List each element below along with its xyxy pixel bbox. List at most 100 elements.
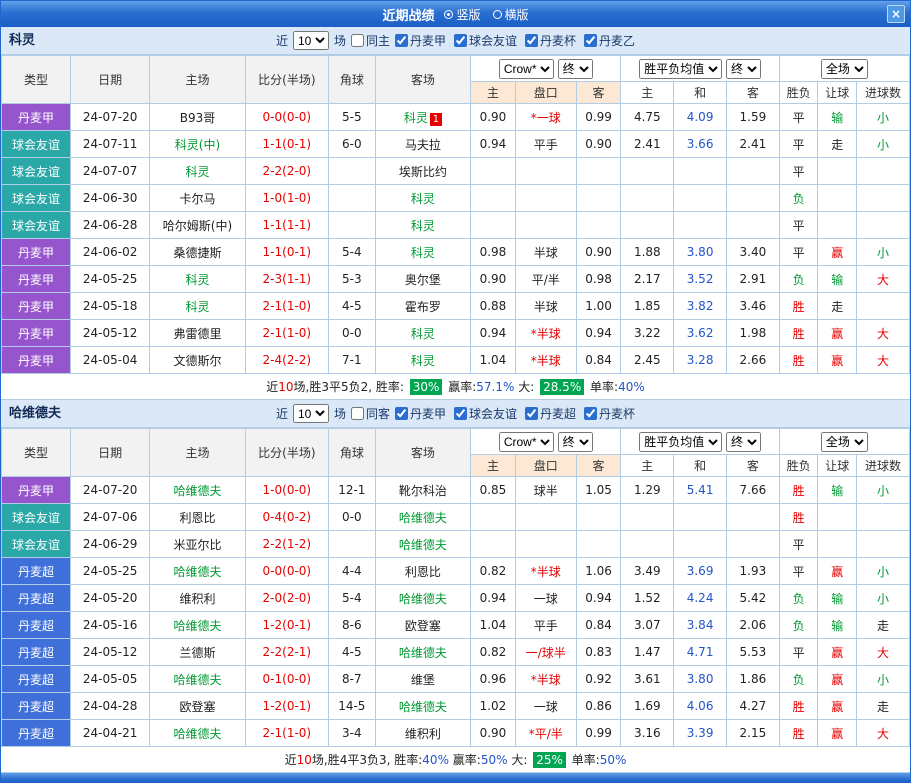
avg-metric-select[interactable]: 胜平负均值	[639, 59, 722, 79]
league-checkbox[interactable]	[454, 407, 467, 420]
window-title: 近期战绩	[382, 5, 434, 24]
odds-provider-select[interactable]: Crow*	[499, 432, 554, 452]
match-row: 丹麦甲 24-05-12 弗雷德里 2-1(1-0) 0-0 科灵 0.94 *…	[2, 320, 910, 347]
league-checkbox[interactable]	[584, 407, 597, 420]
handicap-cell: 半球	[515, 293, 576, 320]
matches-table: 类型 日期 主场 比分(半场) 角球 客场 Crow* 终 胜平负均值 终 全场	[1, 55, 910, 374]
col-avg-home: 主	[621, 455, 674, 477]
home-team-cell: 米亚尔比	[150, 531, 245, 558]
horizontal-layout-radio[interactable]: 横版	[493, 6, 529, 23]
match-row: 丹麦甲 24-05-25 科灵 2-3(1-1) 5-3 奥尔堡 0.90 平/…	[2, 266, 910, 293]
score-cell: 1-1(0-1)	[245, 131, 328, 158]
result-cell: 平	[779, 212, 818, 239]
same-home-checkbox[interactable]	[351, 34, 364, 47]
corner-cell: 12-1	[328, 477, 375, 504]
odds-away-cell: 0.84	[576, 612, 621, 639]
league-checkbox[interactable]	[395, 407, 408, 420]
handicap-result-cell	[818, 531, 857, 558]
odds-provider-select[interactable]: Crow*	[499, 59, 554, 79]
away-team-cell: 科灵	[375, 185, 470, 212]
result-cell: 胜	[779, 477, 818, 504]
league-type-cell: 丹麦甲	[2, 239, 71, 266]
same-venue-label: 同客	[366, 405, 390, 422]
score-cell: 2-1(1-0)	[245, 720, 328, 747]
period-select[interactable]: 全场	[821, 59, 868, 79]
avg-time-select[interactable]: 终	[726, 432, 761, 452]
vertical-layout-radio[interactable]: 竖版	[444, 6, 480, 23]
away-team-cell: 维堡	[375, 666, 470, 693]
handicap-result-cell	[818, 185, 857, 212]
league-filter[interactable]: 丹麦乙	[584, 32, 635, 49]
corner-cell: 0-0	[328, 320, 375, 347]
date-cell: 24-06-28	[71, 212, 150, 239]
match-row: 球会友谊 24-07-11 科灵(中) 1-1(0-1) 6-0 马夫拉 0.9…	[2, 131, 910, 158]
recent-count-select[interactable]: 10	[293, 31, 329, 50]
avg-draw-cell: 4.09	[674, 104, 727, 131]
league-checkbox[interactable]	[454, 34, 467, 47]
league-filter[interactable]: 球会友谊	[454, 32, 517, 49]
league-filter[interactable]: 丹麦甲	[395, 32, 446, 49]
date-cell: 24-05-16	[71, 612, 150, 639]
col-odds-home: 主	[471, 82, 516, 104]
avg-metric-select[interactable]: 胜平负均值	[639, 432, 722, 452]
league-checkbox[interactable]	[525, 34, 538, 47]
goals-result-cell: 小	[856, 239, 909, 266]
result-cell: 负	[779, 185, 818, 212]
score-cell: 2-1(1-0)	[245, 320, 328, 347]
col-date: 日期	[71, 429, 150, 477]
league-filter[interactable]: 丹麦甲	[395, 405, 446, 422]
match-row: 丹麦超 24-05-16 哈维德夫 1-2(0-1) 8-6 欧登塞 1.04 …	[2, 612, 910, 639]
avg-time-select[interactable]: 终	[726, 59, 761, 79]
period-select[interactable]: 全场	[821, 432, 868, 452]
handicap-result-cell: 赢	[818, 558, 857, 585]
avg-draw-cell	[674, 504, 727, 531]
summary-segment: 57.1%	[476, 380, 514, 394]
odds-time-select[interactable]: 终	[558, 59, 593, 79]
league-type-cell: 丹麦超	[2, 666, 71, 693]
handicap-cell: 平手	[515, 131, 576, 158]
recent-count-select[interactable]: 10	[293, 404, 329, 423]
league-checkbox[interactable]	[525, 407, 538, 420]
corner-cell: 5-4	[328, 585, 375, 612]
corner-cell	[328, 158, 375, 185]
league-filter[interactable]: 丹麦超	[525, 405, 576, 422]
same-venue-filter[interactable]: 同客	[351, 405, 390, 422]
league-checkbox[interactable]	[395, 34, 408, 47]
handicap-cell: *半球	[515, 558, 576, 585]
col-handicap: 盘口	[515, 82, 576, 104]
league-filter[interactable]: 球会友谊	[454, 405, 517, 422]
odds-away-cell: 1.05	[576, 477, 621, 504]
avg-home-cell: 3.16	[621, 720, 674, 747]
handicap-cell	[515, 158, 576, 185]
away-team-cell: 哈维德夫	[375, 693, 470, 720]
odds-home-cell	[471, 531, 516, 558]
league-filter[interactable]: 丹麦杯	[584, 405, 635, 422]
odds-header: Crow* 终	[471, 429, 621, 455]
avg-home-cell: 2.41	[621, 131, 674, 158]
handicap-result-cell: 赢	[818, 239, 857, 266]
odds-time-select[interactable]: 终	[558, 432, 593, 452]
date-cell: 24-05-18	[71, 293, 150, 320]
horizontal-layout-label: 横版	[505, 6, 529, 23]
odds-away-cell: 0.90	[576, 239, 621, 266]
corner-cell: 5-3	[328, 266, 375, 293]
same-away-checkbox[interactable]	[351, 407, 364, 420]
same-venue-filter[interactable]: 同主	[351, 32, 390, 49]
summary-segment: 场,胜4平3负3, 胜率:	[312, 753, 422, 767]
handicap-cell: 平手	[515, 612, 576, 639]
away-team-cell: 科灵	[375, 320, 470, 347]
league-checkbox[interactable]	[584, 34, 597, 47]
away-team-cell: 马夫拉	[375, 131, 470, 158]
rank-badge: 1	[430, 113, 442, 126]
league-filter[interactable]: 丹麦杯	[525, 32, 576, 49]
match-row: 丹麦甲 24-07-20 哈维德夫 1-0(0-0) 12-1 靴尔科治 0.8…	[2, 477, 910, 504]
avg-draw-cell: 3.62	[674, 320, 727, 347]
close-icon[interactable]: ×	[887, 5, 905, 23]
summary-segment: 单率:	[586, 380, 618, 394]
away-team-name: 哈维德夫	[399, 592, 447, 606]
odds-home-cell	[471, 212, 516, 239]
odds-away-cell: 0.90	[576, 131, 621, 158]
team-name: 科灵	[9, 27, 35, 55]
goals-result-cell: 大	[856, 320, 909, 347]
vertical-layout-label: 竖版	[456, 6, 480, 23]
